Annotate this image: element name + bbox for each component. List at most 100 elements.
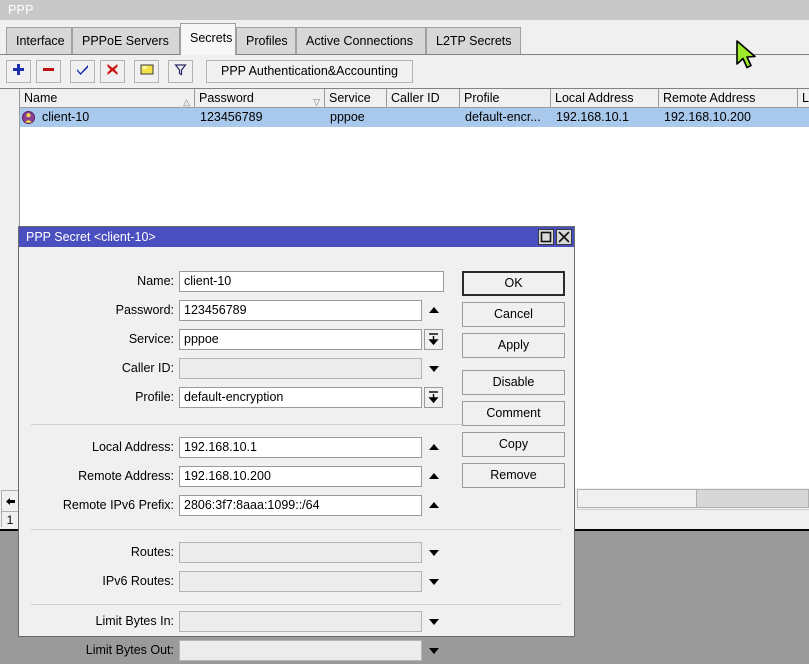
tab-strip: Interface PPPoE Servers Secrets Profiles… [0, 20, 809, 55]
dialog-title-text: PPP Secret <client-10> [26, 230, 156, 244]
tab-profiles[interactable]: Profiles [236, 27, 296, 54]
tab-label: L2TP Secrets [436, 34, 512, 48]
ipv6-routes-input[interactable] [179, 571, 422, 592]
service-input[interactable]: pppoe [179, 329, 422, 350]
maximize-icon[interactable] [538, 229, 554, 245]
tab-label: Secrets [190, 31, 232, 45]
label-ipv6-routes: IPv6 Routes: [19, 571, 174, 592]
toolbar: PPP Authentication&Accounting [0, 56, 809, 88]
auth-button-label: PPP Authentication&Accounting [221, 64, 398, 78]
filter-button[interactable] [168, 60, 193, 83]
column-label: Service [329, 91, 371, 105]
table-header-row: Name △ Password ▽ Service Caller ID Profil… [0, 89, 809, 108]
ppp-secret-dialog: PPP Secret <client-10> Name: client-10 P… [18, 226, 575, 637]
chevron-up-icon[interactable] [426, 495, 446, 516]
label-local-address: Local Address: [19, 437, 174, 458]
sort-asc-icon: △ [183, 93, 190, 107]
table-column-local-address[interactable]: Local Address [551, 89, 659, 107]
label-name: Name: [19, 271, 174, 292]
local-address-input[interactable]: 192.168.10.1 [179, 437, 422, 458]
column-label: L [802, 91, 809, 105]
table-row[interactable]: client-10 123456789 pppoe default-encr..… [0, 108, 809, 127]
cell-local-address: 192.168.10.1 [552, 108, 658, 127]
dialog-body: Name: client-10 Password: 123456789 Serv… [19, 247, 574, 636]
comment-button[interactable]: Comment [462, 401, 565, 426]
close-icon[interactable] [556, 229, 572, 245]
table-column-password[interactable]: Password ▽ [195, 89, 325, 107]
cell-caller-id [388, 108, 459, 127]
tab-pppoe-servers[interactable]: PPPoE Servers [72, 27, 180, 54]
enable-button[interactable] [70, 60, 95, 83]
column-label: Name [24, 91, 57, 105]
disable-button[interactable]: Disable [462, 370, 565, 395]
profile-input[interactable]: default-encryption [179, 387, 422, 408]
caller-id-input[interactable] [179, 358, 422, 379]
tab-active-connections[interactable]: Active Connections [296, 27, 426, 54]
sort-desc-icon: ▽ [313, 93, 320, 107]
remote-address-input[interactable]: 192.168.10.200 [179, 466, 422, 487]
name-input[interactable]: client-10 [179, 271, 444, 292]
funnel-icon [169, 63, 192, 76]
apply-button[interactable]: Apply [462, 333, 565, 358]
comment-button[interactable] [134, 60, 159, 83]
limit-bytes-in-input[interactable] [179, 611, 422, 632]
chevron-up-icon[interactable] [426, 300, 446, 321]
table-column-l[interactable]: L [798, 89, 809, 107]
cell-remote-address: 192.168.10.200 [660, 108, 797, 127]
note-icon [135, 63, 158, 76]
chevron-down-icon[interactable] [426, 571, 446, 592]
label-remote-ipv6-prefix: Remote IPv6 Prefix: [19, 495, 174, 516]
table-column-remote-address[interactable]: Remote Address [659, 89, 798, 107]
label-limit-bytes-in: Limit Bytes In: [19, 611, 174, 632]
status-panel-right [697, 489, 809, 508]
status-panel-left [577, 489, 697, 508]
cell-name: client-10 [38, 108, 193, 127]
plus-icon [7, 63, 30, 76]
profile-dropdown-button[interactable] [424, 387, 443, 408]
label-password: Password: [19, 300, 174, 321]
window-title: PPP [0, 0, 809, 20]
column-label: Remote Address [663, 91, 755, 105]
chevron-up-icon[interactable] [426, 466, 446, 487]
column-label: Password [199, 91, 254, 105]
label-profile: Profile: [19, 387, 174, 408]
chevron-up-icon[interactable] [426, 437, 446, 458]
chevron-down-icon[interactable] [426, 358, 446, 379]
chevron-down-icon[interactable] [426, 542, 446, 563]
add-button[interactable] [6, 60, 31, 83]
user-icon [22, 111, 35, 124]
label-remote-address: Remote Address: [19, 466, 174, 487]
disable-button[interactable] [100, 60, 125, 83]
label-service: Service: [19, 329, 174, 350]
table-column-name[interactable]: Name △ [20, 89, 195, 107]
remove-button[interactable]: Remove [462, 463, 565, 488]
dialog-title-bar[interactable]: PPP Secret <client-10> [19, 227, 574, 247]
routes-input[interactable] [179, 542, 422, 563]
limit-bytes-out-input[interactable] [179, 640, 422, 661]
remote-ipv6-prefix-input[interactable]: 2806:3f7:8aaa:1099::/64 [179, 495, 422, 516]
cell-password: 123456789 [196, 108, 324, 127]
status-panel-bottom [577, 509, 809, 526]
table-column-service[interactable]: Service [325, 89, 387, 107]
column-label: Caller ID [391, 91, 440, 105]
table-column-caller-id[interactable]: Caller ID [387, 89, 460, 107]
service-dropdown-button[interactable] [424, 329, 443, 350]
tab-secrets[interactable]: Secrets [180, 23, 236, 55]
copy-button[interactable]: Copy [462, 432, 565, 457]
label-limit-bytes-out: Limit Bytes Out: [19, 640, 174, 661]
tab-label: Active Connections [306, 34, 413, 48]
scroll-left-icon[interactable] [1, 490, 19, 512]
ok-button[interactable]: OK [462, 271, 565, 296]
ppp-authentication-accounting-button[interactable]: PPP Authentication&Accounting [206, 60, 413, 83]
cancel-button[interactable]: Cancel [462, 302, 565, 327]
table-column-profile[interactable]: Profile [460, 89, 551, 107]
table-left-gutter [0, 88, 20, 488]
chevron-down-icon[interactable] [426, 611, 446, 632]
remove-button[interactable] [36, 60, 61, 83]
chevron-down-icon[interactable] [426, 640, 446, 661]
label-caller-id: Caller ID: [19, 358, 174, 379]
column-label: Local Address [555, 91, 634, 105]
password-input[interactable]: 123456789 [179, 300, 422, 321]
tab-l2tp-secrets[interactable]: L2TP Secrets [426, 27, 521, 54]
tab-interface[interactable]: Interface [6, 27, 72, 54]
